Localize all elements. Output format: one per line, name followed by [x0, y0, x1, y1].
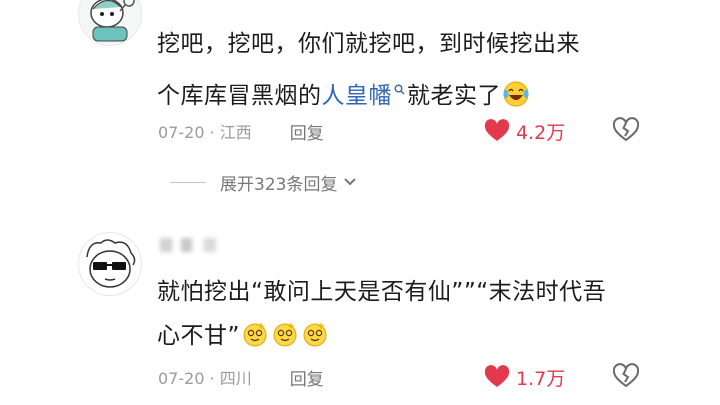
comment-text: 就怕挖出“敢问上天是否有仙””“末法时代吾 心不甘” [157, 270, 677, 358]
comment-date-location: 07-20 · 江西 [158, 123, 252, 142]
username-blurred [160, 238, 230, 252]
dizzy-face-emoji-icon [273, 322, 297, 347]
like-button[interactable]: 4.2万 [484, 118, 565, 144]
expand-replies-label: 展开323条回复 [220, 174, 338, 195]
dislike-button[interactable] [612, 363, 640, 389]
avatar[interactable] [78, 232, 142, 296]
broken-heart-icon [612, 363, 640, 388]
comment-meta: 07-20 · 四川 回复 [158, 364, 324, 390]
heart-icon [484, 119, 510, 141]
avatar[interactable] [78, 0, 142, 46]
comment-text-segment: 个库库冒黑烟的 [157, 83, 322, 109]
heart-icon [484, 365, 510, 387]
comment-line-2: 个库库冒黑烟的人皇幡 就老实了 [157, 66, 677, 118]
like-button[interactable]: 1.7万 [484, 364, 565, 390]
comment-line-1: 挖吧，挖吧，你们就挖吧，到时候挖出来 [157, 31, 580, 57]
like-count: 1.7万 [516, 367, 566, 390]
dizzy-face-emoji-icon [243, 322, 267, 347]
laughing-tears-emoji-icon [503, 81, 529, 107]
like-count: 4.2万 [516, 121, 566, 144]
reply-button[interactable]: 回复 [290, 119, 324, 144]
expand-replies-button[interactable]: 展开323条回复 [170, 170, 357, 195]
reply-button[interactable]: 回复 [290, 365, 324, 390]
avatar-sunglasses-icon [79, 233, 141, 295]
broken-heart-icon [612, 117, 640, 142]
comment-date-location: 07-20 · 四川 [158, 369, 252, 388]
comment-text-segment: 心不甘” [157, 323, 240, 349]
avatar-cartoon-icon [79, 0, 141, 45]
search-icon [394, 66, 405, 110]
dislike-button[interactable] [612, 117, 640, 143]
comment-text-segment: 就老实了 [407, 83, 501, 109]
comment-line-2: 心不甘” [157, 314, 677, 358]
comment-line-1: 就怕挖出“敢问上天是否有仙””“末法时代吾 [157, 279, 607, 305]
search-keyword-link[interactable]: 人皇幡 [322, 83, 393, 109]
chevron-down-icon [343, 172, 357, 192]
dizzy-face-emoji-icon [303, 322, 327, 347]
comment-text: 挖吧，挖吧，你们就挖吧，到时候挖出来 个库库冒黑烟的人皇幡 就老实了 [157, 22, 677, 118]
comment-meta: 07-20 · 江西 回复 [158, 118, 324, 144]
divider [170, 181, 206, 183]
